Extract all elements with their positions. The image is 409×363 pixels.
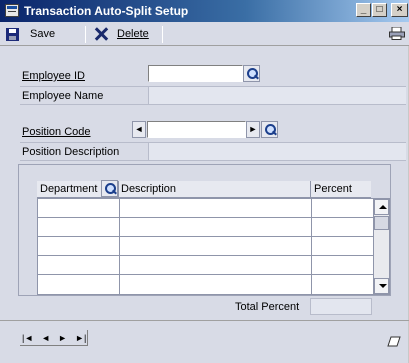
employee-id-lookup-icon[interactable]: [243, 65, 260, 82]
table-row[interactable]: [38, 275, 375, 294]
table-row[interactable]: [38, 256, 375, 275]
table-row[interactable]: [38, 218, 375, 237]
position-description-row: Position Description: [20, 142, 406, 161]
employee-name-row: Employee Name: [20, 86, 406, 105]
first-record-button[interactable]: |◄: [22, 332, 33, 344]
toolbar-separator: [162, 26, 163, 43]
employee-name-label: Employee Name: [22, 90, 104, 102]
table-row[interactable]: [38, 199, 375, 218]
delete-label: Delete: [117, 28, 149, 40]
total-percent-value: [310, 298, 372, 315]
grid-vertical-scrollbar[interactable]: [373, 198, 390, 295]
column-divider: [310, 181, 311, 198]
window-title: Transaction Auto-Split Setup: [24, 4, 189, 18]
employee-id-field[interactable]: [148, 65, 243, 82]
position-code-field[interactable]: [147, 121, 246, 138]
close-button[interactable]: ×: [391, 3, 408, 17]
toolbar-separator: [85, 26, 86, 43]
status-divider: [0, 320, 409, 321]
position-description-value: [148, 143, 406, 160]
position-description-label: Position Description: [22, 146, 120, 158]
window-app-icon: [5, 4, 19, 17]
column-department[interactable]: Department: [40, 183, 97, 195]
previous-record-button[interactable]: ◄: [41, 332, 50, 344]
record-navigation: |◄ ◄ ► ►|: [20, 330, 88, 346]
scroll-down-icon: [379, 284, 387, 288]
position-code-previous-button[interactable]: ◄: [132, 121, 146, 138]
note-icon[interactable]: [387, 336, 401, 347]
employee-name-value: [148, 87, 406, 104]
column-description[interactable]: Description: [121, 183, 176, 195]
position-code-next-button[interactable]: ►: [246, 121, 260, 138]
column-line: [311, 199, 312, 294]
delete-button[interactable]: Delete: [94, 25, 149, 43]
title-bar: Transaction Auto-Split Setup _ □ ×: [0, 0, 409, 22]
grid-header: Department Description Percent: [37, 180, 371, 198]
position-code-lookup-icon[interactable]: [261, 121, 278, 138]
print-icon[interactable]: [389, 27, 405, 40]
total-percent-label: Total Percent: [235, 301, 300, 313]
maximize-button[interactable]: □: [372, 3, 387, 17]
scroll-up-button[interactable]: [374, 199, 389, 215]
scroll-up-icon: [379, 205, 387, 209]
column-line: [119, 199, 120, 294]
column-percent[interactable]: Percent: [314, 183, 352, 195]
transaction-auto-split-window: Transaction Auto-Split Setup _ □ × Save …: [0, 0, 409, 363]
department-lookup-icon[interactable]: [101, 180, 118, 197]
save-button[interactable]: Save: [6, 25, 55, 43]
position-code-label[interactable]: Position Code: [22, 126, 91, 138]
save-icon: [6, 27, 19, 41]
next-record-button[interactable]: ►: [58, 332, 67, 344]
grid-body: [37, 198, 375, 295]
save-label: Save: [30, 28, 56, 40]
table-row[interactable]: [38, 237, 375, 256]
scroll-down-button[interactable]: [374, 278, 389, 294]
minimize-button[interactable]: _: [356, 3, 371, 17]
last-record-button[interactable]: ►|: [75, 332, 86, 344]
column-divider: [118, 181, 119, 198]
employee-id-label[interactable]: Employee ID: [22, 70, 85, 82]
delete-icon: [94, 27, 108, 41]
scroll-thumb[interactable]: [374, 216, 389, 230]
toolbar: Save Delete: [0, 22, 409, 46]
